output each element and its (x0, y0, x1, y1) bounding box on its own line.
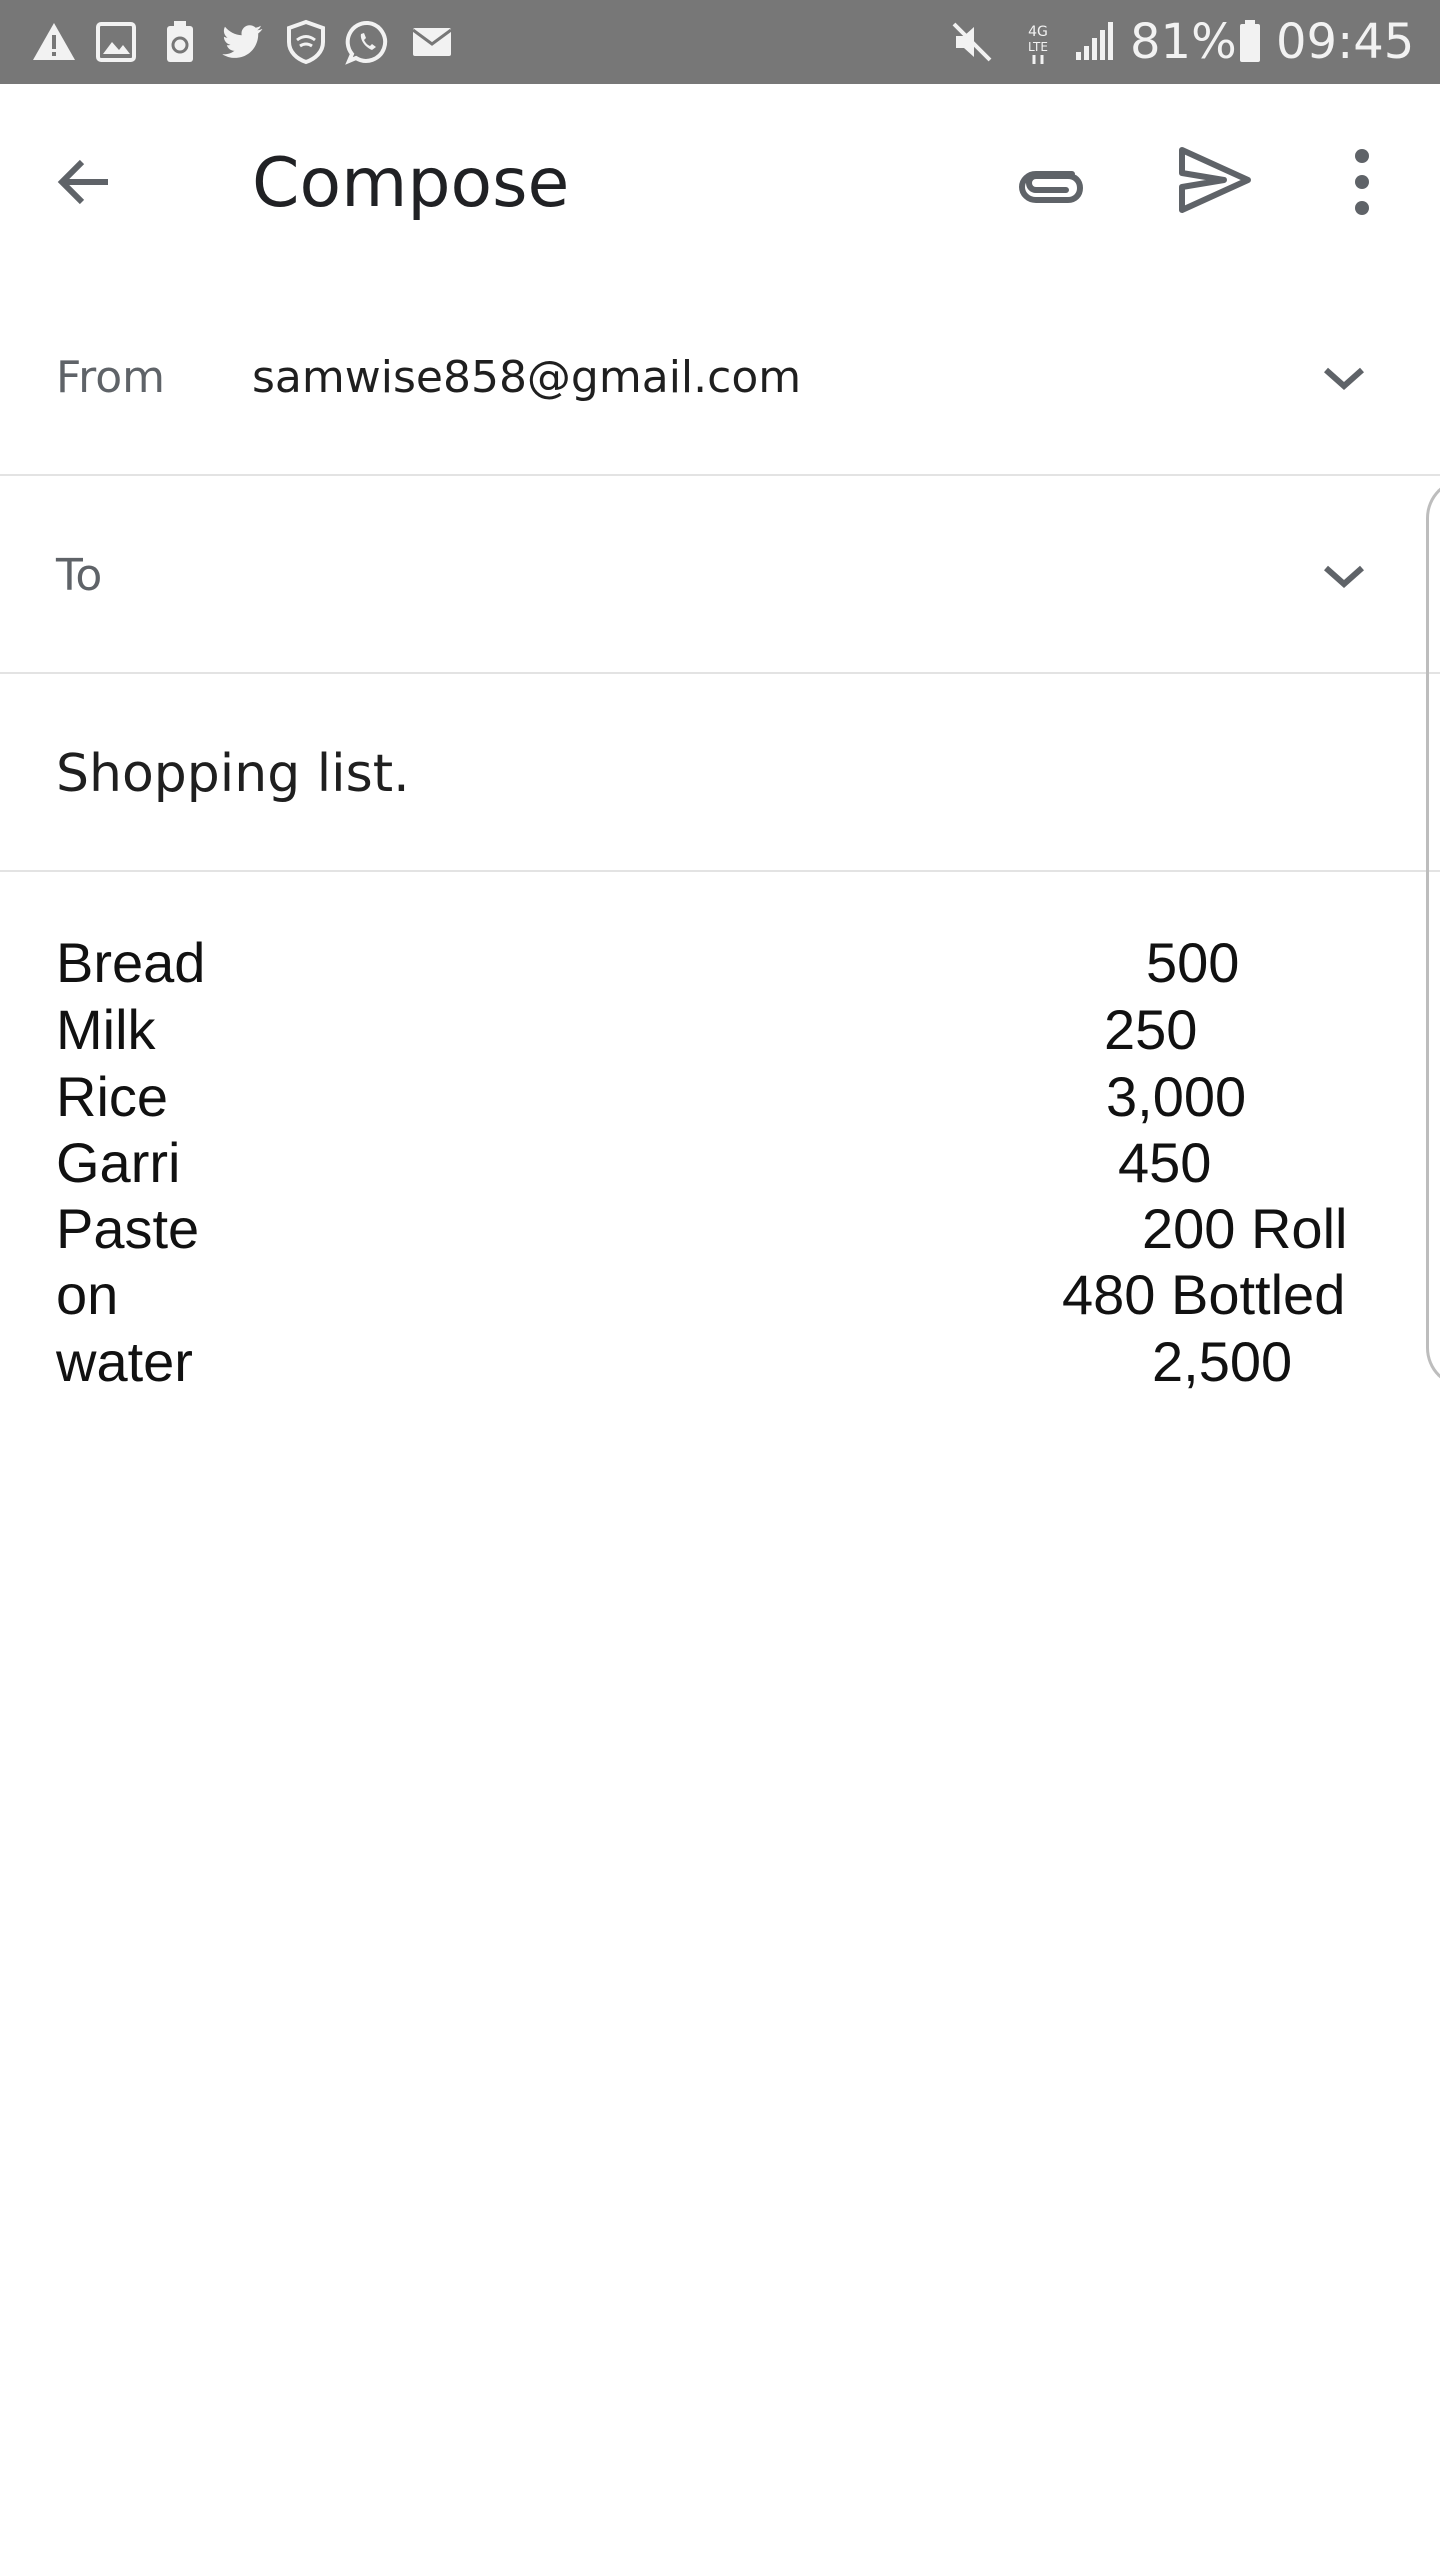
recycle-battery-icon (156, 18, 204, 66)
from-label: From (56, 352, 166, 403)
body-value: 250 (1104, 998, 1198, 1061)
whatsapp-icon (344, 18, 392, 66)
body-value: 500 (1146, 931, 1240, 994)
signal-icon (1070, 18, 1118, 66)
body-value: 2,500 (1152, 1330, 1293, 1393)
status-time: 09:45 (1276, 14, 1415, 70)
body-item: Rice (56, 1065, 169, 1128)
body-line: Milk 250 (0, 997, 1440, 1063)
more-vert-icon (1355, 149, 1369, 215)
app-bar: Compose (0, 84, 1440, 280)
battery-icon (1226, 18, 1274, 66)
body-item: on (56, 1263, 119, 1326)
vpn-shield-icon (282, 18, 330, 66)
from-row[interactable]: From samwise858@gmail.com (0, 280, 1440, 476)
warning-icon (30, 18, 78, 66)
attach-button[interactable] (998, 132, 1094, 228)
body-value: 200 Roll (1142, 1197, 1348, 1260)
body-item: Garri (56, 1131, 181, 1194)
svg-text:4G: 4G (1028, 24, 1048, 40)
status-bar: 4G LTE 81% 09:45 (0, 0, 1440, 84)
body-line: Bread 500 (0, 930, 1440, 996)
svg-text:LTE: LTE (1028, 40, 1048, 54)
paperclip-icon (1018, 171, 1084, 203)
twitter-icon (218, 18, 266, 66)
image-icon (92, 18, 140, 66)
body-value: 450 (1118, 1131, 1212, 1194)
body-line: Paste 200 Roll (0, 1196, 1440, 1262)
to-expand-button[interactable] (1296, 528, 1392, 624)
from-account[interactable]: samwise858@gmail.com (252, 280, 801, 476)
from-dropdown-button[interactable] (1296, 330, 1392, 426)
body-value: 480 Bottled (1062, 1263, 1346, 1326)
body-item: Milk (56, 998, 156, 1061)
body-line: water 2,500 (0, 1329, 1440, 1395)
body-item: Paste (56, 1197, 200, 1260)
send-button[interactable] (1166, 132, 1262, 228)
body-line: on 480 Bottled (0, 1262, 1440, 1328)
mute-icon (948, 18, 996, 66)
chevron-down-icon (1324, 565, 1364, 589)
chevron-down-icon (1324, 367, 1364, 391)
body-item: water (56, 1330, 193, 1393)
to-input[interactable] (160, 536, 1244, 618)
mail-icon (408, 18, 456, 66)
battery-percent: 81% (1130, 14, 1237, 70)
message-body[interactable]: Bread 500 Milk 250 Rice 3,000 Garri 450 … (0, 874, 1440, 2560)
send-icon (1179, 147, 1251, 213)
arrow-back-icon (57, 159, 108, 205)
body-line: Garri 450 (0, 1130, 1440, 1196)
body-item: Bread (56, 931, 206, 994)
back-button[interactable] (36, 134, 132, 230)
more-options-button[interactable] (1314, 134, 1410, 230)
to-row[interactable]: To (0, 478, 1440, 674)
subject-field[interactable]: Shopping list. (56, 676, 410, 872)
body-line: Rice 3,000 (0, 1064, 1440, 1130)
page-title: Compose (252, 144, 570, 223)
to-label: To (56, 550, 103, 601)
4g-lte-icon: 4G LTE (1014, 18, 1062, 66)
body-value: 3,000 (1106, 1065, 1247, 1128)
subject-row[interactable]: Shopping list. (0, 676, 1440, 872)
